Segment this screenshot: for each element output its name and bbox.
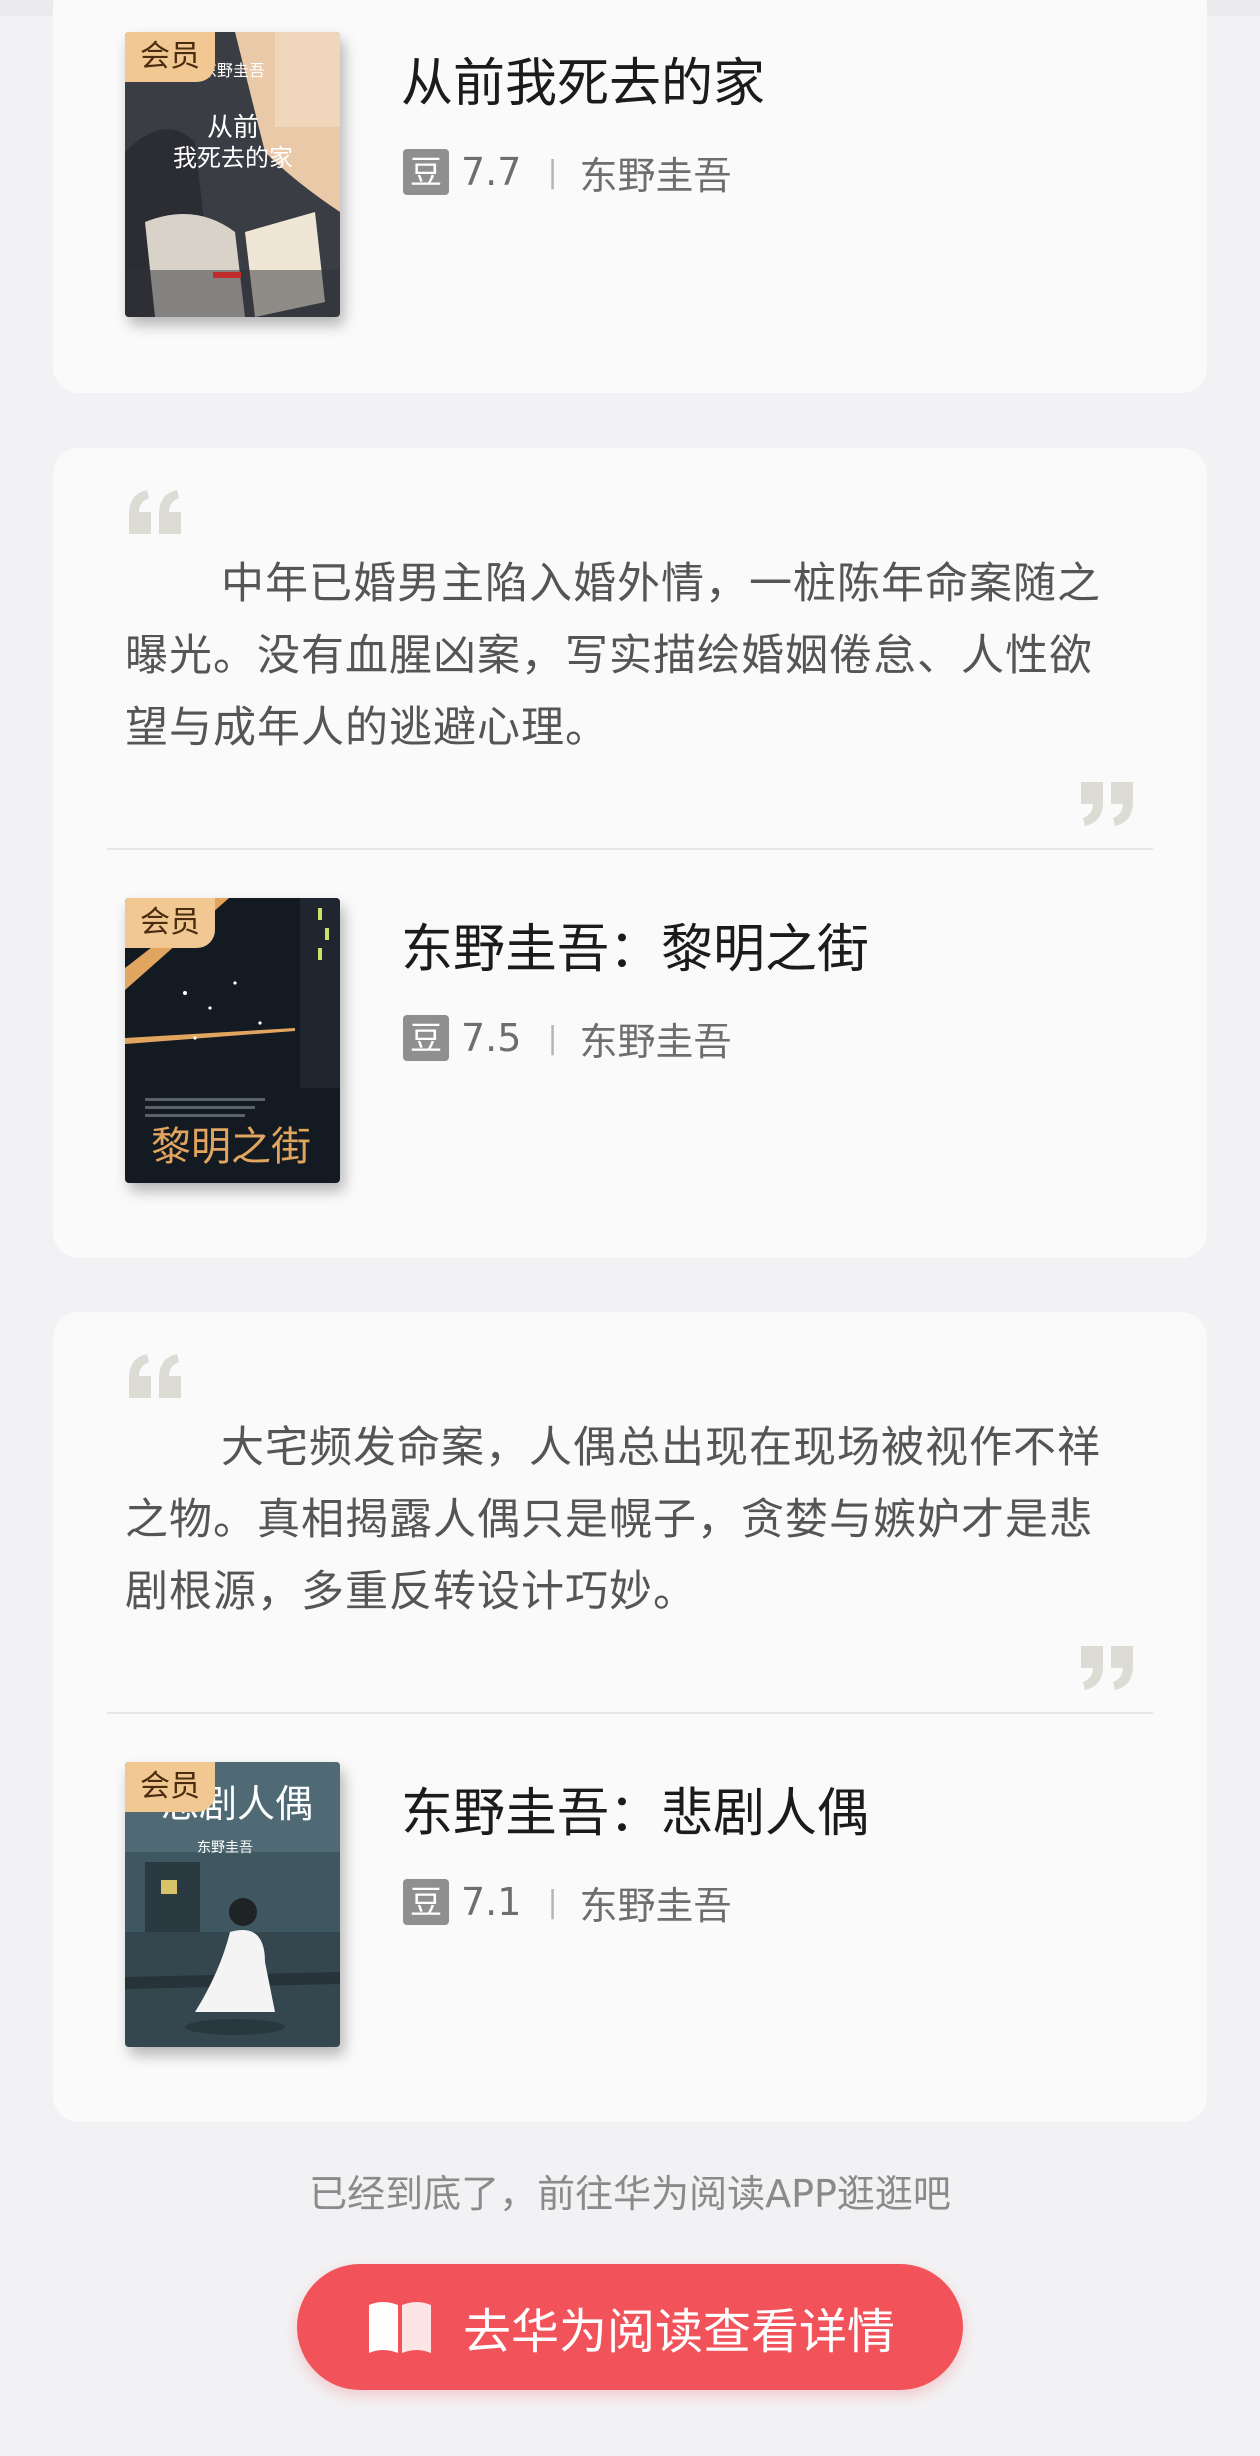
book-meta: 豆 7.5 | 东野圭吾 (403, 1012, 732, 1064)
end-of-list-text: 已经到底了，前往华为阅读APP逛逛吧 (309, 2172, 951, 2216)
book-meta: 豆 7.7 | 东野圭吾 (403, 146, 732, 198)
book-title[interactable]: 东野圭吾：黎明之街 (401, 918, 869, 982)
cover-title-line2: 我死去的家 (173, 144, 293, 172)
meta-separator: | (547, 154, 558, 190)
book-card[interactable]: 东野圭吾 从前 我死去的家 会员 从前我死去的家 豆 7.7 | 东野圭吾 (53, 0, 1207, 393)
open-in-huawei-reader-button[interactable]: 去华为阅读查看详情 (297, 2264, 963, 2390)
douban-rating-icon: 豆 (403, 1879, 449, 1925)
book-author: 东野圭吾 (579, 1019, 732, 1064)
book-cover[interactable]: 悲剧人偶 东野圭吾 会员 (125, 1762, 340, 2047)
meta-separator: | (547, 1884, 558, 1920)
open-quote-icon (129, 1354, 181, 1398)
book-meta: 豆 7.1 | 东野圭吾 (403, 1876, 732, 1928)
vip-badge: 会员 (125, 1762, 215, 1812)
open-in-huawei-reader-label: 去华为阅读查看详情 (462, 2304, 895, 2360)
close-quote-icon (1081, 782, 1133, 826)
book-cover[interactable]: 黎明之街 会员 (125, 898, 340, 1183)
book-title[interactable]: 从前我死去的家 (401, 52, 765, 116)
douban-rating-icon: 豆 (403, 149, 449, 195)
vip-badge: 会员 (125, 898, 215, 948)
book-card[interactable]: 大宅频发命案，人偶总出现在现场被视作不祥之物。真相揭露人偶只是幌子，贪婪与嫉妒才… (53, 1312, 1207, 2122)
quote-text: 大宅频发命案，人偶总出现在现场被视作不祥之物。真相揭露人偶只是幌子，贪婪与嫉妒才… (125, 1423, 1101, 1617)
book-title[interactable]: 东野圭吾：悲剧人偶 (401, 1782, 869, 1846)
cover-author: 东野圭吾 (197, 1840, 253, 1856)
meta-separator: | (547, 1020, 558, 1056)
book-cover[interactable]: 东野圭吾 从前 我死去的家 会员 (125, 32, 340, 317)
book-author: 东野圭吾 (579, 153, 732, 198)
rating-value: 7.1 (461, 1880, 522, 1924)
open-book-icon (368, 2302, 431, 2353)
page: 东野圭吾 从前 我死去的家 会员 从前我死去的家 豆 7.7 | 东野圭吾 中年… (0, 0, 1260, 2456)
douban-rating-icon: 豆 (403, 1015, 449, 1061)
vip-badge: 会员 (125, 32, 215, 82)
open-quote-icon (129, 490, 181, 534)
cover-title: 黎明之街 (151, 1124, 311, 1170)
divider (107, 848, 1153, 850)
book-card[interactable]: 中年已婚男主陷入婚外情，一桩陈年命案随之曝光。没有血腥凶案，写实描绘婚姻倦怠、人… (53, 448, 1207, 1258)
quote-text: 中年已婚男主陷入婚外情，一桩陈年命案随之曝光。没有血腥凶案，写实描绘婚姻倦怠、人… (125, 559, 1101, 753)
rating-value: 7.7 (461, 150, 522, 194)
close-quote-icon (1081, 1646, 1133, 1690)
rating-value: 7.5 (461, 1016, 522, 1060)
book-author: 东野圭吾 (579, 1883, 732, 1928)
divider (107, 1712, 1153, 1714)
cover-title-line1: 从前 (207, 113, 259, 143)
